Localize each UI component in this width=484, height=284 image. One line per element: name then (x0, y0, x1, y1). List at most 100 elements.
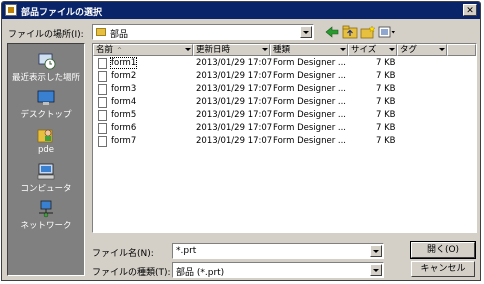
file-name: form1 (109, 57, 138, 69)
close-button[interactable]: ✕ (463, 4, 477, 16)
file-date: 2013/01/29 17:07 (196, 110, 273, 120)
filename-label: ファイル名(N): (92, 249, 154, 259)
file-size: 7 KB (376, 136, 396, 146)
chevron-down-icon[interactable] (439, 48, 445, 51)
file-type: Form Designer ... (273, 58, 346, 68)
file-size: 7 KB (376, 110, 396, 120)
new-folder-icon[interactable] (360, 25, 376, 39)
place-computer[interactable]: コンピュータ (8, 161, 84, 198)
column-size-label: サイズ (351, 45, 377, 55)
chevron-down-icon[interactable] (370, 245, 382, 257)
chevron-down-icon[interactable] (262, 48, 268, 51)
chevron-down-icon[interactable] (370, 264, 382, 276)
file-open-dialog: 部品ファイルの選択 ✕ ファイルの場所(I): 部品 最近表示した場所 デスクト… (1, 1, 481, 281)
column-header-filler (447, 44, 476, 56)
places-bar: 最近表示した場所 デスクトップ pde コンピュータ ネットワーク (7, 43, 85, 276)
filename-value: *.prt (176, 246, 197, 256)
file-name: form2 (111, 71, 137, 81)
file-date: 2013/01/29 17:07 (196, 136, 273, 146)
file-name: form7 (111, 136, 137, 146)
file-name: form4 (111, 97, 137, 107)
place-label: ネットワーク (20, 221, 72, 231)
place-label: 最近表示した場所 (11, 73, 80, 83)
column-header-tag[interactable]: タグ (397, 44, 447, 56)
document-icon (98, 110, 107, 121)
location-combo[interactable]: 部品 (92, 24, 314, 40)
title-bar[interactable]: 部品ファイルの選択 ✕ (2, 2, 480, 19)
table-row[interactable]: form1 2013/01/29 17:07 Form Designer ...… (93, 57, 476, 70)
table-row[interactable]: form3 2013/01/29 17:07 Form Designer ...… (93, 83, 476, 96)
file-type: Form Designer ... (273, 110, 346, 120)
file-size: 7 KB (376, 71, 396, 81)
file-date: 2013/01/29 17:07 (196, 123, 273, 133)
location-value: 部品 (110, 30, 129, 40)
app-icon (5, 4, 17, 16)
file-date: 2013/01/29 17:07 (196, 97, 273, 107)
file-size: 7 KB (376, 84, 396, 94)
up-folder-icon[interactable] (342, 25, 358, 39)
file-size: 7 KB (376, 97, 396, 107)
file-size: 7 KB (376, 123, 396, 133)
table-row[interactable]: form6 2013/01/29 17:07 Form Designer ...… (93, 122, 476, 135)
column-tag-label: タグ (400, 45, 418, 55)
place-label: pde (37, 145, 55, 155)
file-type: Form Designer ... (273, 123, 346, 133)
folder-icon (96, 28, 106, 36)
column-header-size[interactable]: サイズ (348, 44, 397, 56)
place-label: デスクトップ (20, 110, 72, 120)
file-name: form3 (111, 84, 137, 94)
file-size: 7 KB (376, 58, 396, 68)
document-icon (98, 136, 107, 147)
place-label: コンピュータ (20, 184, 72, 194)
place-recent[interactable]: 最近表示した場所 (8, 50, 84, 87)
cancel-button[interactable]: キャンセル (411, 261, 475, 277)
file-type: Form Designer ... (273, 71, 346, 81)
file-date: 2013/01/29 17:07 (196, 84, 273, 94)
filetype-label: ファイルの種類(T): (92, 268, 171, 278)
column-type-label: 種類 (273, 45, 291, 55)
computer-icon (37, 163, 55, 180)
location-label: ファイルの場所(I): (8, 30, 84, 40)
table-row[interactable]: form4 2013/01/29 17:07 Form Designer ...… (93, 96, 476, 109)
table-row[interactable]: form7 2013/01/29 17:07 Form Designer ...… (93, 135, 476, 148)
column-header-date[interactable]: 更新日時 (193, 44, 270, 56)
table-row[interactable]: form5 2013/01/29 17:07 Form Designer ...… (93, 109, 476, 122)
view-menu-icon[interactable] (378, 25, 396, 39)
file-type: Form Designer ... (273, 97, 346, 107)
chevron-down-icon[interactable] (340, 48, 346, 51)
recent-places-icon (38, 53, 56, 70)
document-icon (98, 97, 107, 108)
place-desktop[interactable]: デスクトップ (8, 87, 84, 124)
filename-input[interactable]: *.prt (172, 243, 384, 259)
chevron-down-icon[interactable] (300, 26, 312, 38)
file-date: 2013/01/29 17:07 (196, 71, 273, 81)
column-header-name[interactable]: 名前 ^ (93, 44, 193, 56)
column-date-label: 更新日時 (196, 45, 231, 55)
sort-ascending-icon: ^ (117, 47, 123, 54)
column-name-label: 名前 (96, 45, 114, 55)
back-arrow-icon[interactable] (324, 25, 340, 39)
chevron-down-icon[interactable] (389, 48, 395, 51)
document-icon (98, 84, 107, 95)
document-icon (98, 58, 107, 69)
file-list[interactable]: 名前 ^ 更新日時 種類 サイズ タグ form1 2013/01/29 17:0… (92, 43, 477, 233)
file-type: Form Designer ... (273, 84, 346, 94)
file-name: form6 (111, 123, 137, 133)
chevron-down-icon[interactable] (185, 48, 191, 51)
file-type: Form Designer ... (273, 136, 346, 146)
place-network[interactable]: ネットワーク (8, 198, 84, 235)
filetype-select[interactable]: 部品 (*.prt) (172, 262, 384, 278)
filetype-value: 部品 (*.prt) (176, 268, 225, 278)
column-header-type[interactable]: 種類 (270, 44, 348, 56)
document-icon (98, 71, 107, 82)
place-user[interactable]: pde (8, 124, 84, 161)
file-name: form5 (111, 110, 137, 120)
dialog-title: 部品ファイルの選択 (21, 8, 103, 18)
desktop-icon (37, 90, 55, 105)
file-date: 2013/01/29 17:07 (196, 58, 273, 68)
table-row[interactable]: form2 2013/01/29 17:07 Form Designer ...… (93, 70, 476, 83)
network-icon (39, 200, 53, 218)
document-icon (98, 123, 107, 134)
open-button[interactable]: 開く(O) (410, 241, 476, 259)
user-folder-icon (37, 129, 53, 143)
